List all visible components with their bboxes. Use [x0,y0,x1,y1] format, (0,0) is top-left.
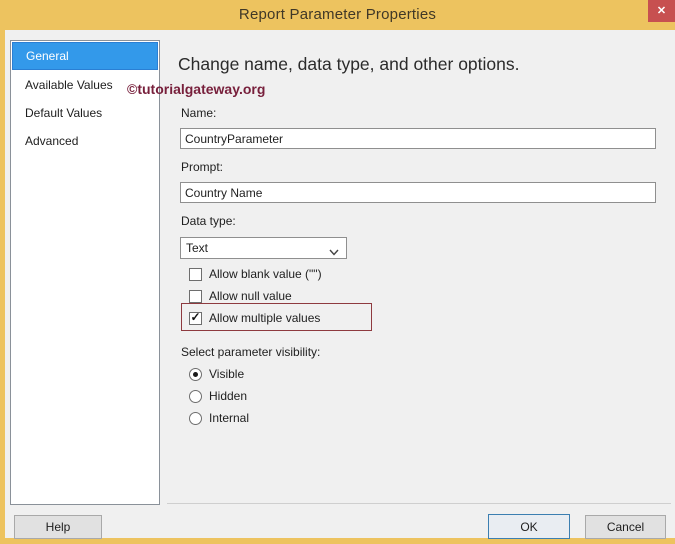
visibility-section-label: Select parameter visibility: [181,345,321,359]
help-button[interactable]: Help [14,515,102,539]
visibility-radio-internal[interactable]: Internal [189,410,249,426]
checkbox-unchecked-icon[interactable] [189,267,202,281]
prompt-label: Prompt: [181,160,224,174]
checkbox-checked-icon[interactable] [189,311,202,325]
hidden-radio-label: Hidden [209,389,248,403]
checkbox-unchecked-icon[interactable] [189,289,202,303]
watermark-text: ©tutorialgateway.org [127,81,266,97]
data-type-dropdown[interactable]: Text [180,237,347,259]
chevron-down-icon [329,245,339,259]
allow-null-value-label: Allow null value [209,289,292,303]
sidebar-item-general[interactable]: General [12,42,158,70]
radio-selected-icon[interactable] [189,367,202,381]
sidebar-item-default-values[interactable]: Default Values [12,99,158,127]
footer-separator [167,503,671,504]
radio-unselected-icon[interactable] [189,411,202,425]
window-frame-left [0,30,5,544]
prompt-input[interactable] [180,182,656,203]
visible-radio-label: Visible [209,367,245,381]
sidebar-item-advanced[interactable]: Advanced [12,127,158,155]
title-bar: Report Parameter Properties [0,0,675,30]
data-type-selected-value: Text [186,241,209,255]
data-type-label: Data type: [181,214,236,228]
visibility-radio-visible[interactable]: Visible [189,366,244,382]
allow-blank-value-label: Allow blank value ("") [209,267,322,281]
allow-null-value-checkbox-row[interactable]: Allow null value [189,288,292,304]
close-icon[interactable]: ✕ [648,0,675,22]
window-title: Report Parameter Properties [238,6,437,23]
page-heading: Change name, data type, and other option… [178,54,520,74]
ok-button[interactable]: OK [488,514,570,539]
dialog-page-list: General Available Values Default Values … [10,40,160,505]
allow-multiple-values-checkbox-row[interactable]: Allow multiple values [189,310,320,326]
report-parameter-properties-dialog: Report Parameter Properties ✕ General Av… [0,0,675,544]
internal-radio-label: Internal [209,411,250,425]
radio-unselected-icon[interactable] [189,389,202,403]
cancel-button[interactable]: Cancel [585,515,666,539]
allow-multiple-values-label: Allow multiple values [209,311,321,325]
visibility-radio-hidden[interactable]: Hidden [189,388,247,404]
name-label: Name: [181,106,217,120]
allow-blank-value-checkbox-row[interactable]: Allow blank value ("") [189,266,322,282]
name-input[interactable] [180,128,656,149]
